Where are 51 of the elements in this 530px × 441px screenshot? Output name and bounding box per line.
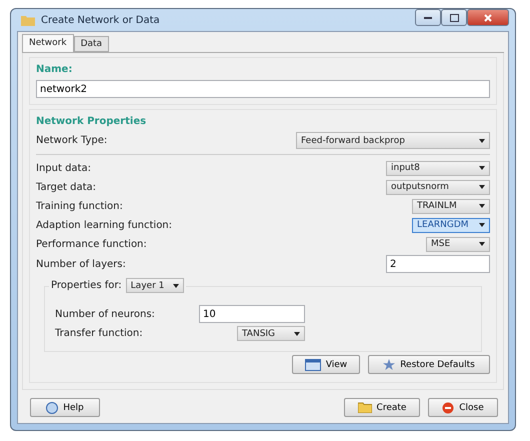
field-label: Number of neurons: — [55, 308, 155, 320]
caret-icon — [479, 138, 485, 142]
dropdown[interactable]: LEARNGDM — [412, 218, 490, 232]
tab[interactable]: Network — [22, 34, 74, 52]
field-label: Target data: — [36, 182, 96, 192]
field-label: Network Type: — [36, 135, 108, 146]
section-heading: Network Properties — [36, 115, 148, 129]
dropdown[interactable]: outputsnorm — [386, 180, 490, 194]
dropdown[interactable]: Feed-forward backprop — [296, 132, 490, 149]
tab[interactable]: Data — [74, 36, 110, 52]
close-button[interactable]: Close — [428, 398, 498, 417]
field-label: Adaption learning function: — [36, 220, 172, 230]
close-button[interactable] — [467, 9, 509, 26]
field-label: Performance function: — [36, 238, 147, 250]
star-icon — [383, 358, 396, 370]
window-title: Create Network or Data — [41, 14, 161, 26]
caret-icon — [294, 332, 300, 336]
input-field[interactable]: 2 — [386, 255, 490, 273]
field-label: Training function: — [36, 200, 123, 212]
minimize-button[interactable] — [415, 9, 441, 26]
input-field[interactable]: 10 — [199, 305, 305, 323]
restore-button[interactable]: Restore Defaults — [368, 355, 490, 374]
minimize-icon — [424, 16, 432, 19]
name-field[interactable]: network2 — [36, 80, 490, 98]
dropdown[interactable]: TRAINLM — [412, 198, 490, 214]
caret-icon — [172, 284, 179, 288]
app-icon — [21, 14, 35, 26]
caret-icon — [479, 185, 485, 189]
maximize-icon — [450, 14, 458, 22]
field-label: Properties for: — [51, 280, 122, 291]
help-icon — [46, 402, 58, 414]
stop-icon — [442, 402, 454, 414]
folder-icon — [358, 402, 372, 413]
dropdown[interactable]: Layer 1 — [126, 278, 184, 293]
field-label: Transfer function: — [55, 328, 143, 339]
dropdown[interactable]: input8 — [386, 160, 490, 176]
help-button[interactable]: Help — [30, 398, 100, 417]
close-icon — [484, 14, 492, 22]
caret-icon — [479, 166, 485, 170]
window-icon — [304, 358, 321, 370]
field-label: Input data: — [36, 162, 91, 174]
create-button[interactable]: Create — [344, 398, 420, 417]
maximize-button[interactable] — [441, 9, 467, 26]
dropdown[interactable]: TANSIG — [237, 326, 305, 341]
dropdown[interactable]: MSE — [426, 236, 490, 252]
field-label: Number of layers: — [36, 258, 126, 270]
view-button[interactable]: View — [292, 355, 360, 374]
caret-icon — [479, 204, 485, 208]
section-heading: Name: — [36, 63, 74, 77]
caret-icon — [479, 223, 485, 227]
caret-icon — [479, 242, 485, 246]
